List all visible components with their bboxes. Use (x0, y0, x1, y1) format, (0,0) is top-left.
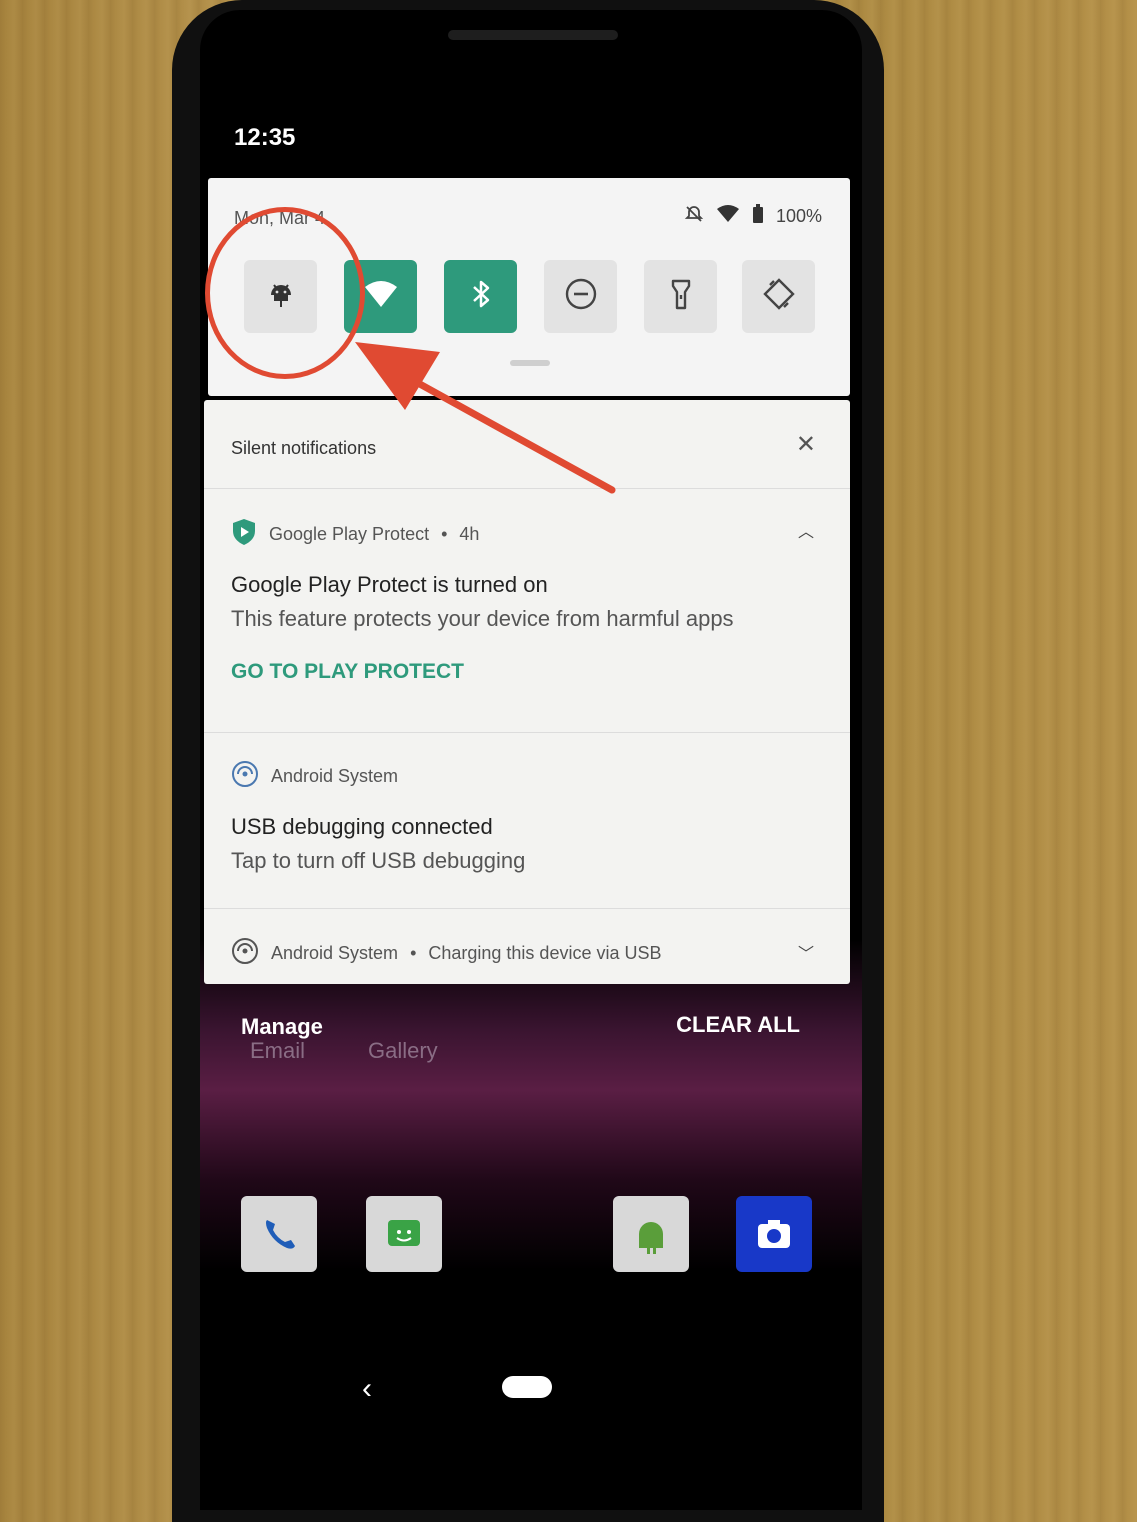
wifi-status-icon (716, 204, 740, 229)
status-icons: 100% (684, 204, 822, 229)
bluetooth-icon (462, 275, 500, 318)
close-icon[interactable]: ✕ (796, 430, 816, 459)
email-app-label: Email (250, 1038, 306, 1063)
phone-app-icon[interactable] (241, 1196, 317, 1272)
status-bar-clock: 12:35 (234, 124, 296, 151)
battery-percent: 100% (775, 206, 822, 226)
notification-title: USB debugging connected (231, 814, 493, 839)
flashlight-icon (662, 275, 700, 318)
gallery-app-label: Gallery (368, 1038, 438, 1063)
notification-header: Android System (231, 760, 398, 793)
notification-text: Tap to turn off USB debugging (231, 848, 526, 873)
separator-dot: • (441, 524, 448, 544)
clear-all-button[interactable]: CLEAR ALL (676, 1012, 800, 1038)
auto-rotate-tile[interactable] (742, 260, 815, 333)
auto-rotate-icon (760, 275, 798, 318)
notification-header: Android System • Charging this device vi… (231, 937, 662, 970)
bluetooth-tile[interactable] (444, 260, 517, 333)
go-to-play-protect-button[interactable]: GO TO PLAY PROTECT (231, 660, 464, 684)
flashlight-tile[interactable] (644, 260, 717, 333)
notification-shade: Silent notifications ✕ Google Play Prote… (204, 400, 850, 984)
earpiece-speaker (448, 30, 618, 40)
annotation-circle (205, 207, 365, 379)
silent-notifications-header: Silent notifications (231, 438, 377, 458)
app-name: Android System (271, 943, 399, 963)
shield-icon (231, 518, 257, 551)
divider (204, 488, 850, 489)
divider (204, 908, 850, 909)
home-button[interactable] (502, 1376, 552, 1398)
android-system-icon (231, 937, 259, 970)
notification-title: Google Play Protect is turned on (231, 572, 548, 597)
android-app-icon[interactable] (613, 1196, 689, 1272)
android-system-icon (231, 760, 259, 793)
messages-app-icon[interactable] (366, 1196, 442, 1272)
divider (204, 732, 850, 733)
expand-chevron-icon[interactable]: ﹀ (798, 940, 814, 964)
notification-text: Charging this device via USB (428, 943, 662, 963)
notifications-muted-icon (684, 204, 704, 229)
back-button[interactable]: ‹ (362, 1372, 372, 1406)
separator-dot: • (410, 943, 417, 963)
battery-icon (752, 204, 764, 229)
app-name: Android System (271, 766, 399, 786)
collapse-chevron-icon[interactable]: ︿ (798, 518, 814, 542)
wifi-icon (362, 275, 400, 318)
camera-app-icon[interactable] (736, 1196, 812, 1272)
manage-notifications-button[interactable]: Manage (241, 1014, 323, 1040)
do-not-disturb-icon (562, 275, 600, 318)
app-name: Google Play Protect (269, 524, 430, 544)
notification-time: 4h (459, 524, 480, 544)
do-not-disturb-tile[interactable] (544, 260, 617, 333)
notification-header: Google Play Protect • 4h (231, 518, 479, 551)
notification-text: This feature protects your device from h… (231, 606, 734, 631)
expand-handle[interactable] (510, 360, 550, 366)
